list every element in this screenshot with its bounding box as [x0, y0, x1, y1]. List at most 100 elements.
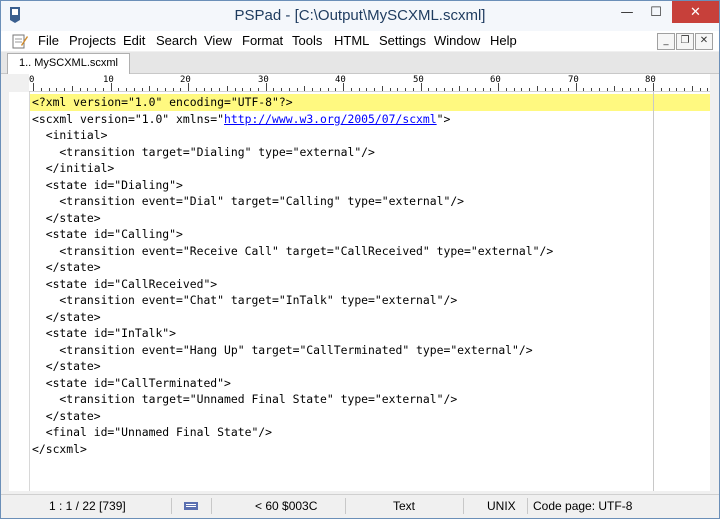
code-line[interactable]: <initial>: [32, 127, 553, 144]
right-margin-line: [653, 92, 654, 491]
ruler-tick: [420, 83, 422, 91]
ruler-tick: [614, 86, 616, 91]
ruler-tick: [637, 88, 639, 91]
ruler-tick: [451, 88, 453, 91]
code-line[interactable]: </state>: [32, 259, 553, 276]
code-editor[interactable]: <?xml version="1.0" encoding="UTF-8"?> <…: [9, 92, 710, 491]
menu-window[interactable]: Window: [434, 33, 480, 48]
menu-file[interactable]: File: [38, 33, 59, 48]
ruler-tick: [467, 88, 468, 91]
ruler-tick: [234, 88, 236, 91]
code-line[interactable]: </state>: [32, 210, 553, 227]
char-code-info: < 60 $003C: [255, 499, 318, 513]
menu-edit[interactable]: Edit: [123, 33, 145, 48]
keyboard-icon: [184, 502, 198, 510]
pspad-window: PSPad - [C:\Output\MySCXML.scxml] — ☐ ✕ …: [0, 0, 720, 519]
ruler-tick: [126, 88, 127, 91]
code-line[interactable]: <state id="CallTerminated">: [32, 375, 553, 392]
ruler-tick: [56, 88, 58, 91]
code-line[interactable]: </state>: [32, 309, 553, 326]
ruler-tick: [606, 88, 608, 91]
ruler-tick: [327, 88, 329, 91]
ruler-tick: [157, 88, 158, 91]
code-line[interactable]: <state id="CallReceived">: [32, 276, 553, 293]
status-separator: [211, 498, 212, 514]
file-mode[interactable]: Text: [393, 499, 415, 513]
code-line[interactable]: </scxml>: [32, 441, 553, 458]
maximize-button[interactable]: ☐: [643, 1, 669, 23]
code-line[interactable]: <transition event="Receive Call" target=…: [32, 243, 553, 260]
ruler-tick: [474, 88, 476, 91]
code-line[interactable]: <transition event="Hang Up" target="Call…: [32, 342, 553, 359]
ruler-tick: [211, 88, 213, 91]
status-separator: [463, 498, 464, 514]
line-ending-format[interactable]: UNIX: [487, 499, 516, 513]
document-minimize-button[interactable]: _: [657, 33, 675, 50]
status-separator: [527, 498, 528, 514]
menu-format[interactable]: Format: [242, 33, 283, 48]
ruler-tick: [226, 86, 228, 91]
ruler-tick: [219, 88, 220, 91]
ruler-label-50: 50: [413, 75, 424, 85]
ruler-tick: [567, 88, 569, 91]
document-edit-icon[interactable]: [12, 33, 28, 49]
menu-settings[interactable]: Settings: [379, 33, 426, 48]
code-line[interactable]: <?xml version="1.0" encoding="UTF-8"?>: [32, 94, 553, 111]
code-line[interactable]: <transition target="Unnamed Final State"…: [32, 391, 553, 408]
ruler-tick: [529, 88, 530, 91]
code-line-text: ">: [436, 111, 451, 126]
minimize-button[interactable]: —: [614, 1, 640, 23]
code-line[interactable]: <transition event="Dial" target="Calling…: [32, 193, 553, 210]
code-line[interactable]: <transition event="Chat" target="InTalk"…: [32, 292, 553, 309]
tab-myscxml[interactable]: 1.. MySCXML.scxml: [7, 53, 130, 74]
menu-tools[interactable]: Tools: [292, 33, 322, 48]
code-line-text: <scxml version="1.0" xmlns=": [32, 111, 225, 126]
ruler-tick: [653, 83, 654, 91]
ruler-tick: [405, 88, 406, 91]
ruler-label-30: 30: [258, 75, 269, 85]
ruler-tick: [102, 88, 104, 91]
code-line[interactable]: <state id="Calling">: [32, 226, 553, 243]
ruler-tick: [668, 88, 670, 91]
close-button[interactable]: ✕: [672, 1, 719, 23]
ruler-tick: [288, 88, 290, 91]
ruler-tick: [358, 88, 360, 91]
menu-search[interactable]: Search: [156, 33, 197, 48]
ruler-label-20: 20: [180, 75, 191, 85]
ruler-tick: [389, 88, 391, 91]
menu-help[interactable]: Help: [490, 33, 517, 48]
ruler-label-60: 60: [490, 75, 501, 85]
editor-gutter: [9, 92, 30, 491]
ruler-tick: [265, 83, 267, 91]
code-line[interactable]: </state>: [32, 408, 553, 425]
cursor-position: 1 : 1 / 22 [739]: [49, 499, 126, 513]
menu-html[interactable]: HTML: [334, 33, 369, 48]
code-line[interactable]: </initial>: [32, 160, 553, 177]
code-line[interactable]: <transition target="Dialing" type="exter…: [32, 144, 553, 161]
code-line[interactable]: <state id="Dialing">: [32, 177, 553, 194]
ruler-tick: [629, 88, 631, 91]
ruler-label-10: 10: [103, 75, 114, 85]
ruler-tick: [118, 88, 120, 91]
code-line[interactable]: <scxml version="1.0" xmlns="http://www.w…: [32, 111, 553, 128]
namespace-link[interactable]: http://www.w3.org/2005/07/scxml: [224, 112, 437, 126]
ruler-tick: [172, 88, 174, 91]
document-close-button[interactable]: ✕: [695, 33, 713, 50]
status-bar: 1 : 1 / 22 [739] < 60 $003C Text UNIX Co…: [1, 494, 719, 518]
ruler-tick: [436, 88, 437, 91]
code-line[interactable]: <state id="InTalk">: [32, 325, 553, 342]
menu-view[interactable]: View: [204, 33, 232, 48]
code-line[interactable]: </state>: [32, 358, 553, 375]
ruler-tick: [141, 88, 143, 91]
document-restore-button[interactable]: ❐: [676, 33, 694, 50]
ruler-tick: [583, 88, 585, 91]
code-line[interactable]: <final id="Unnamed Final State"/>: [32, 424, 553, 441]
code-page[interactable]: Code page: UTF-8: [533, 499, 632, 513]
ruler-tick: [64, 88, 65, 91]
ruler-tick: [133, 88, 135, 91]
ruler-tick: [560, 88, 561, 91]
code-content[interactable]: <?xml version="1.0" encoding="UTF-8"?> <…: [32, 94, 553, 457]
ruler-tick: [505, 88, 507, 91]
menu-projects[interactable]: Projects: [69, 33, 116, 48]
title-bar[interactable]: PSPad - [C:\Output\MySCXML.scxml] — ☐ ✕: [1, 1, 719, 31]
